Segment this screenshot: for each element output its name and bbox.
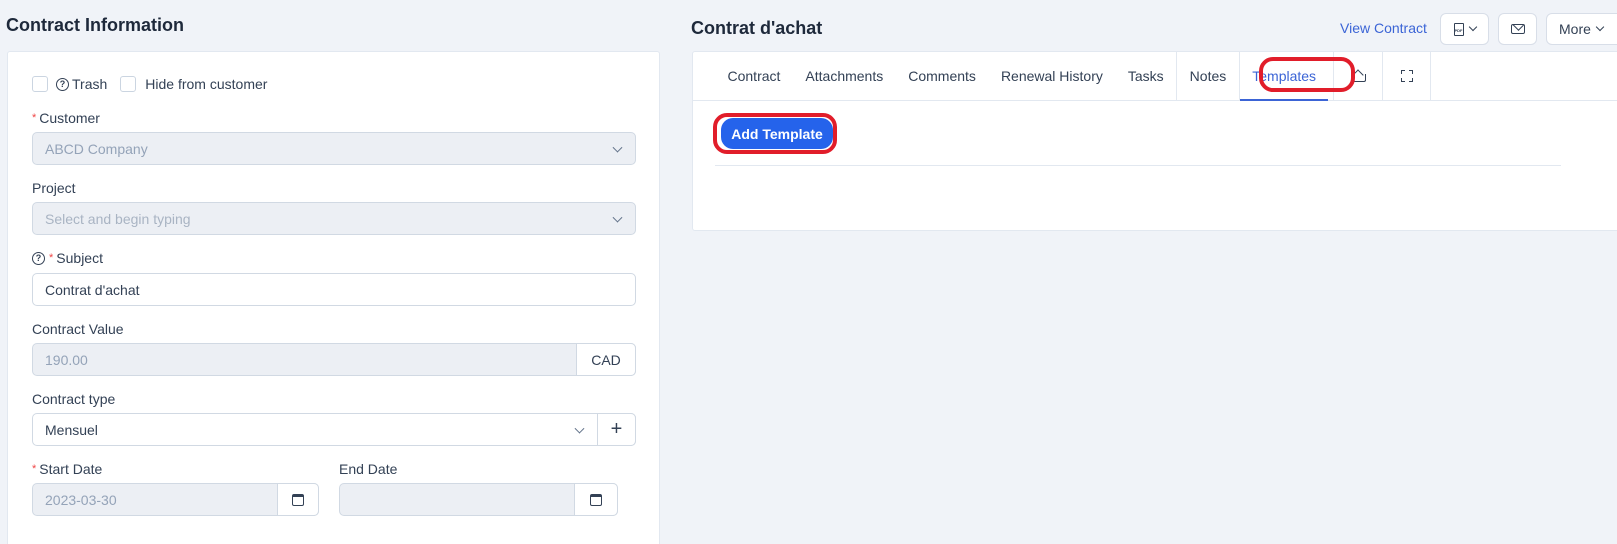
required-marker: *: [32, 112, 37, 124]
email-button[interactable]: [1498, 13, 1537, 45]
more-dropdown-button[interactable]: More: [1546, 13, 1617, 45]
customer-select[interactable]: ABCD Company: [32, 132, 636, 165]
more-label: More: [1559, 21, 1591, 37]
calendar-icon: [590, 493, 602, 506]
subject-value: Contrat d'achat: [45, 281, 140, 298]
start-date-label: * Start Date: [32, 461, 102, 477]
checkbox-row: ? Trash Hide from customer: [32, 76, 267, 92]
project-placeholder: Select and begin typing: [45, 210, 191, 227]
hide-from-customer-label: Hide from customer: [145, 76, 268, 92]
contract-type-value: Mensuel: [45, 421, 98, 438]
contract-title: Contrat d'achat: [691, 18, 823, 38]
contract-type-select[interactable]: Mensuel +: [32, 413, 636, 446]
expand-icon: [1400, 70, 1413, 82]
add-contract-type-button[interactable]: +: [597, 413, 636, 446]
tab-email-tracking[interactable]: [1333, 52, 1382, 100]
pdf-dropdown-button[interactable]: PDF: [1440, 13, 1489, 45]
project-select[interactable]: Select and begin typing: [32, 202, 636, 235]
add-template-button[interactable]: Add Template: [721, 118, 833, 149]
hide-from-customer-checkbox[interactable]: [120, 76, 137, 92]
start-date-value: 2023-03-30: [45, 491, 117, 508]
end-date-input[interactable]: [339, 483, 618, 516]
contract-information-panel: ? Trash Hide from customer * Customer AB…: [7, 51, 660, 544]
customer-label: * Customer: [32, 110, 100, 126]
end-date-calendar-button[interactable]: [574, 483, 618, 516]
required-marker: *: [32, 463, 37, 475]
chevron-down-icon: [574, 423, 585, 434]
help-icon[interactable]: ?: [32, 251, 45, 265]
content-divider: [715, 165, 1561, 166]
trash-checkbox[interactable]: [32, 76, 48, 92]
contract-information-title: Contract Information: [6, 15, 184, 35]
chevron-down-icon: [612, 212, 623, 223]
expand-button[interactable]: [1382, 52, 1432, 100]
pdf-icon: PDF: [1453, 22, 1464, 36]
envelope-open-icon: [1351, 71, 1366, 82]
tab-attachments[interactable]: Attachments: [793, 52, 896, 100]
tab-tasks[interactable]: Tasks: [1115, 52, 1176, 100]
help-icon[interactable]: ?: [56, 77, 69, 91]
start-date-calendar-button[interactable]: [277, 483, 319, 516]
start-date-label-text: Start Date: [39, 461, 103, 477]
tab-contract[interactable]: Contract: [715, 52, 793, 100]
mail-icon: [1510, 24, 1525, 34]
tab-renewal-history[interactable]: Renewal History: [988, 52, 1115, 100]
calendar-icon: [292, 493, 304, 506]
contract-value-input[interactable]: 190.00 CAD: [32, 343, 636, 376]
chevron-down-icon: [612, 142, 623, 153]
contract-detail-panel: Contract Attachments Comments Renewal Hi…: [692, 51, 1617, 231]
chevron-down-icon: [1595, 22, 1605, 32]
tab-comments[interactable]: Comments: [896, 52, 989, 100]
contract-value: 190.00: [45, 351, 88, 368]
subject-label-text: Subject: [56, 250, 103, 266]
trash-label: Trash: [72, 76, 108, 92]
chevron-down-icon: [1468, 22, 1477, 32]
currency-addon: CAD: [576, 343, 636, 376]
tab-bar: Contract Attachments Comments Renewal Hi…: [693, 52, 1617, 101]
end-date-label: End Date: [339, 461, 398, 477]
customer-value: ABCD Company: [45, 140, 148, 157]
project-label: Project: [32, 180, 76, 196]
tab-templates[interactable]: Templates: [1238, 52, 1333, 101]
contract-value-label: Contract Value: [32, 321, 124, 337]
tab-notes[interactable]: Notes: [1176, 52, 1239, 100]
subject-input[interactable]: Contrat d'achat: [32, 273, 636, 306]
view-contract-link[interactable]: View Contract: [1340, 20, 1427, 36]
start-date-input[interactable]: 2023-03-30: [32, 483, 319, 516]
required-marker: *: [49, 252, 54, 264]
customer-label-text: Customer: [39, 110, 100, 126]
contract-type-label: Contract type: [32, 391, 116, 407]
subject-label: ? * Subject: [32, 250, 103, 266]
